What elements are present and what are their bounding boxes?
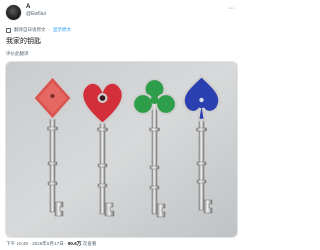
keys-photo-graphic xyxy=(6,62,237,237)
author-block[interactable]: A @Ew6iui xyxy=(26,3,46,18)
more-options-icon[interactable]: ··· xyxy=(228,5,235,13)
tweet-photo[interactable] xyxy=(5,61,238,238)
tweet-meta: 下午 10:49 · 2026年6月17日 · 90.6万 次查看 xyxy=(6,240,96,247)
views-count: 90.6万 xyxy=(67,241,82,246)
tweet-time[interactable]: 下午 10:49 xyxy=(6,241,28,246)
translate-icon xyxy=(6,27,11,33)
translation-notice: 翻译自日语原文 · 显示原文 xyxy=(6,27,71,33)
display-name[interactable]: A xyxy=(26,3,46,11)
avatar[interactable] xyxy=(5,4,22,21)
tweet-text: 我家的钥匙 xyxy=(6,38,41,45)
tweet-date[interactable]: 2026年6月17日 xyxy=(32,241,64,246)
rate-translation-link[interactable]: 评价此翻译 xyxy=(6,51,29,57)
user-handle[interactable]: @Ew6iui xyxy=(26,11,46,18)
translation-notice-text: 翻译自日语原文 xyxy=(14,27,46,32)
views-label: 次查看 xyxy=(82,241,97,246)
show-original-link[interactable]: 显示原文 xyxy=(53,27,71,33)
separator: · xyxy=(48,27,51,32)
